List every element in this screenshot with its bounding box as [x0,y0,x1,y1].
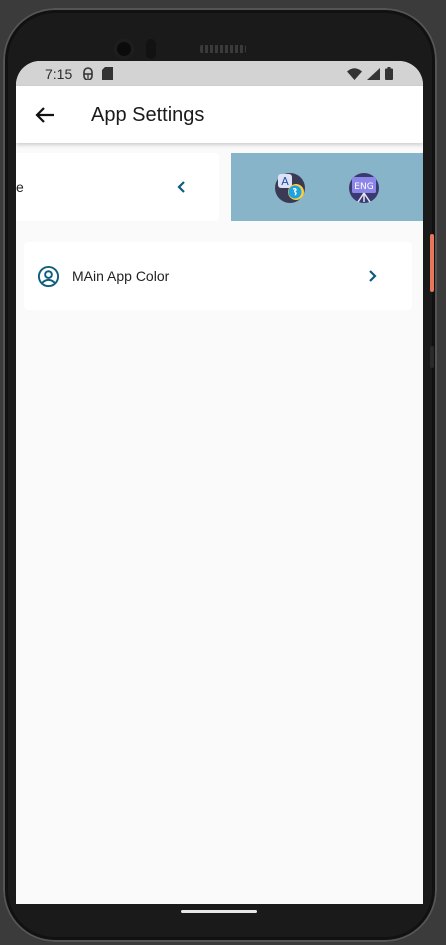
sd-card-icon [102,67,113,80]
settings-item-main-app-color[interactable]: MAin App Color [24,242,412,310]
translate-icon[interactable]: A [273,171,307,205]
home-indicator[interactable] [181,910,257,913]
status-right-icons [347,67,393,80]
app-bar: App Settings [16,86,423,143]
volume-button[interactable] [430,346,434,368]
settings-carousel[interactable]: e A ENG [16,153,423,221]
svg-text:ENG: ENG [354,182,373,192]
chevron-left-icon[interactable] [174,177,188,197]
page-title: App Settings [91,104,205,126]
carousel-card[interactable]: e [16,153,219,221]
signal-icon [367,67,380,80]
back-button[interactable] [32,102,58,128]
status-time: 7:15 [45,66,73,82]
power-button[interactable] [430,234,434,292]
user-circle-icon [37,265,60,288]
chevron-right-icon [369,270,377,282]
front-camera [113,38,135,60]
wifi-icon [347,67,362,80]
language-panel: A ENG [231,153,423,221]
proximity-sensor [146,39,156,59]
arrow-left-icon [35,107,54,123]
carousel-card-text: e [16,179,24,195]
battery-icon [385,67,393,80]
status-bar: 7:15 [16,61,423,86]
android-debug-icon [83,67,93,80]
app-screen: 7:15 App Settings e A ENG MAin App Color [16,61,423,904]
english-board-icon[interactable]: ENG [347,171,381,205]
earpiece-speaker [200,45,246,53]
settings-item-label: MAin App Color [72,268,170,284]
status-left-icons [82,67,113,80]
svg-text:A: A [281,175,289,188]
